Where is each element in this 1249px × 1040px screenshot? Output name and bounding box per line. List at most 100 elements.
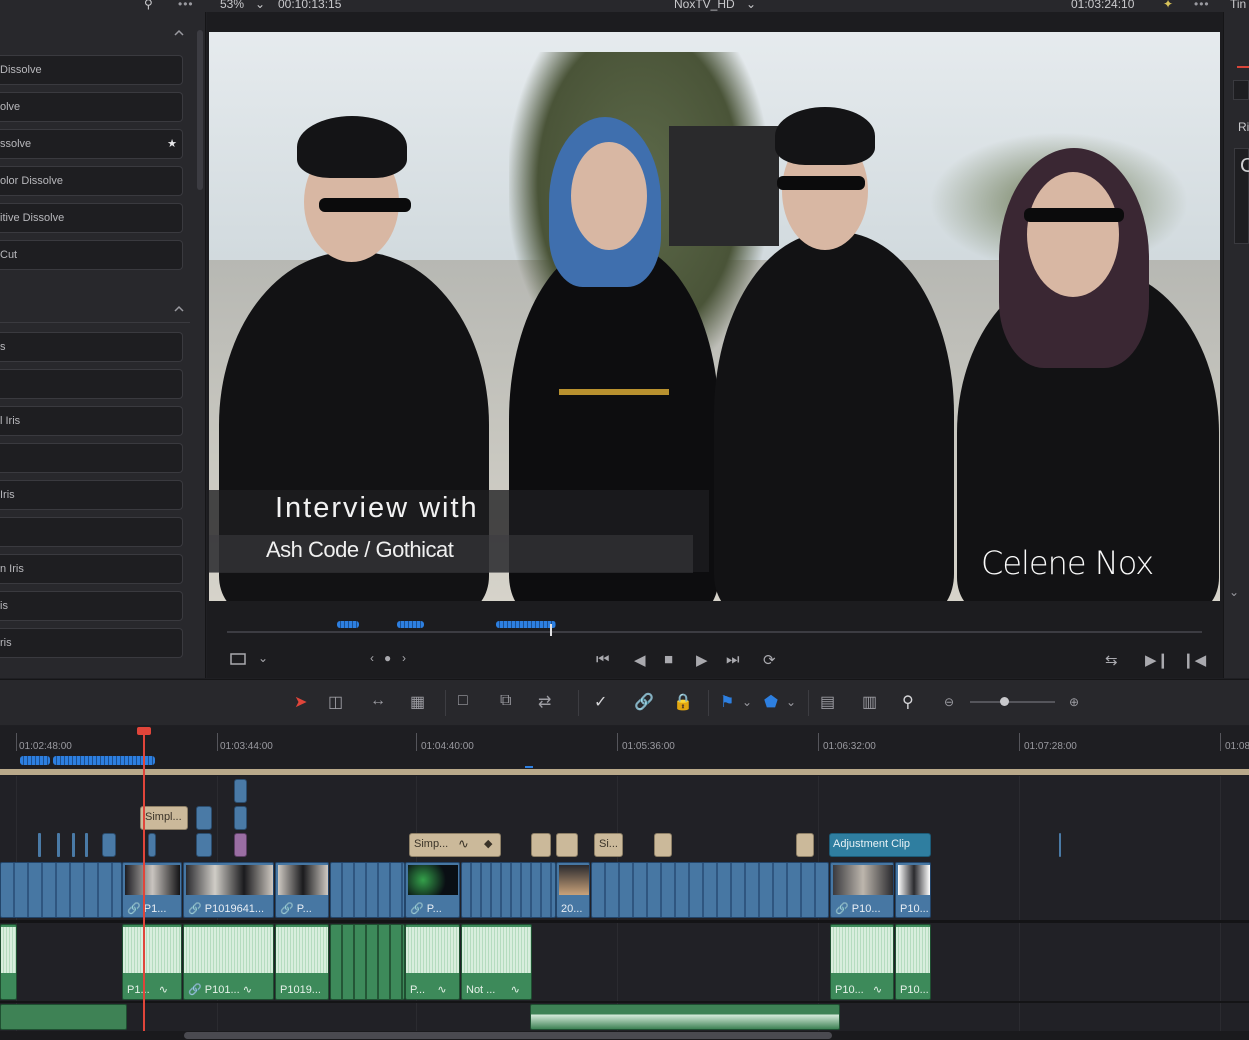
audio-clip[interactable]: P10... <box>895 924 931 1000</box>
zoom-in-icon[interactable]: ⊕ <box>1069 695 1079 709</box>
position-lock-icon[interactable]: 🔒 <box>673 692 693 712</box>
sparkle-icon[interactable]: ✦ <box>1163 0 1173 11</box>
transition-item[interactable]: l Iris <box>0 406 183 436</box>
music-clip[interactable] <box>530 1004 840 1030</box>
marker-cluster[interactable] <box>496 621 556 628</box>
video-clip[interactable]: 🔗 P1019641... <box>183 862 274 918</box>
audio-clip[interactable] <box>0 924 17 1000</box>
custom-zoom-icon[interactable]: ⚲ <box>902 692 914 712</box>
timeline-playhead[interactable] <box>143 735 145 1035</box>
snapping-icon[interactable]: ✓ <box>594 692 607 712</box>
viewer-frame[interactable]: Interview with Ash Code / Gothicat Celen… <box>209 32 1220 601</box>
marker-cluster[interactable] <box>397 621 424 628</box>
audio-clip[interactable]: 🔗 P101... ∿ <box>183 924 274 1000</box>
transition-item[interactable] <box>0 517 183 547</box>
zoom-out-icon[interactable]: ⊖ <box>944 695 954 709</box>
transition-item[interactable] <box>0 443 183 473</box>
video-clip-v4[interactable] <box>234 806 247 830</box>
dynamic-trim-icon[interactable]: ↔ <box>370 692 386 710</box>
video-clip-v3[interactable] <box>1059 833 1061 857</box>
transition-item[interactable]: olve <box>0 92 183 122</box>
timeline-name[interactable]: NoxTV_HD <box>674 0 735 11</box>
video-clip[interactable]: 🔗 P10... <box>830 862 894 918</box>
insert-clip-icon[interactable]: □ <box>458 692 468 710</box>
loop-icon[interactable]: ⟳ <box>763 651 776 669</box>
trim-tool-icon[interactable]: ◫ <box>328 692 343 712</box>
timeline-marker[interactable] <box>525 766 533 768</box>
transition-item[interactable]: itive Dissolve <box>0 203 183 233</box>
audio-clip[interactable]: P10... ∿ <box>830 924 894 1000</box>
transition-item[interactable]: Iris <box>0 480 183 510</box>
chevron-down-icon[interactable]: ⌄ <box>1229 585 1239 599</box>
chevron-down-icon[interactable]: ⌄ <box>742 695 752 709</box>
stop-icon[interactable]: ■ <box>664 651 673 668</box>
more-options-icon[interactable]: ••• <box>178 0 194 11</box>
video-clip-v3[interactable] <box>85 833 88 857</box>
jump-to-start-icon[interactable]: ⏮ <box>596 651 610 668</box>
full-extent-zoom-icon[interactable]: ▤ <box>820 692 835 712</box>
chevron-down-icon[interactable]: ⌄ <box>258 651 268 665</box>
viewer-scrub-bar[interactable] <box>227 631 1202 633</box>
compound-clip[interactable] <box>234 833 247 857</box>
video-clip-group[interactable] <box>461 862 556 918</box>
chevron-down-icon[interactable]: ⌄ <box>746 0 756 11</box>
favorite-star-icon[interactable]: ★ <box>167 130 177 158</box>
title-clip[interactable] <box>531 833 551 857</box>
video-clip[interactable]: 🔗 P... <box>275 862 329 918</box>
viewer-frame-icon[interactable] <box>229 652 247 666</box>
video-clip-group[interactable] <box>0 862 122 918</box>
linked-selection-icon[interactable]: 🔗 <box>634 692 654 712</box>
jump-to-end-icon[interactable]: ⏭ <box>726 651 740 668</box>
audio-clip[interactable]: Not ... ∿ <box>461 924 532 1000</box>
chevron-down-icon[interactable]: ⌄ <box>786 695 796 709</box>
title-clip[interactable] <box>654 833 672 857</box>
zoom-slider-track[interactable] <box>970 701 1055 703</box>
transition-item[interactable]: is <box>0 591 183 621</box>
video-clip-group[interactable] <box>591 862 829 918</box>
more-options-icon[interactable]: ••• <box>1194 0 1210 11</box>
prev-edit-icon[interactable]: ‹ <box>370 651 374 665</box>
video-clip-v5[interactable] <box>234 779 247 803</box>
zoom-slider-knob[interactable] <box>1000 697 1009 706</box>
blade-tool-icon[interactable]: ▦ <box>410 692 425 712</box>
title-clip[interactable] <box>556 833 578 857</box>
transition-item[interactable] <box>0 369 183 399</box>
video-clip-v3[interactable] <box>38 833 41 857</box>
flag-icon[interactable]: ⚑ <box>720 692 734 712</box>
timeline-marker-cluster[interactable] <box>53 756 155 765</box>
transition-item[interactable]: n Iris <box>0 554 183 584</box>
transition-item[interactable]: ris <box>0 628 183 658</box>
title-clip[interactable]: Simp... ∿ ◆ <box>409 833 501 857</box>
video-clip-v3[interactable] <box>102 833 116 857</box>
timeline-marker-cluster[interactable] <box>20 756 50 765</box>
audio-clip[interactable]: P1019... <box>275 924 329 1000</box>
reverse-play-icon[interactable]: ◀ <box>634 651 646 669</box>
adjustment-clip[interactable]: Adjustment Clip <box>829 833 931 857</box>
video-clip-v3[interactable] <box>196 833 212 857</box>
play-icon[interactable]: ▶ <box>696 651 708 669</box>
transition-item[interactable]: Dissolve <box>0 55 183 85</box>
prev-clip-icon[interactable]: ❙◀ <box>1182 651 1206 669</box>
playhead-handle[interactable] <box>137 727 151 735</box>
transition-item[interactable]: Cut <box>0 240 183 270</box>
video-clip-v3[interactable] <box>72 833 75 857</box>
selection-tool-icon[interactable]: ➤ <box>294 692 307 712</box>
zoom-level[interactable]: 53% <box>220 0 244 11</box>
overwrite-clip-icon[interactable]: ⧉ <box>500 692 511 710</box>
chevron-up-icon[interactable] <box>174 28 184 38</box>
match-frame-icon[interactable]: ⇆ <box>1105 651 1118 669</box>
video-clip-v3[interactable] <box>57 833 60 857</box>
transition-item[interactable]: ssolve ★ <box>0 129 183 159</box>
video-clip-v3[interactable] <box>148 833 156 857</box>
audio-clip-group[interactable] <box>330 924 405 1000</box>
music-clip[interactable] <box>0 1004 127 1030</box>
chevron-down-icon[interactable]: ⌄ <box>255 0 265 11</box>
video-clip[interactable]: 🔗 P1... <box>122 862 182 918</box>
timeline-scrollbar[interactable] <box>184 1032 832 1039</box>
next-edit-icon[interactable]: › <box>402 651 406 665</box>
marker-cluster[interactable] <box>337 621 359 628</box>
marker-icon[interactable]: ⬟ <box>764 692 778 712</box>
chevron-up-icon[interactable] <box>174 304 184 314</box>
inspector-tab[interactable]: Ri <box>1238 120 1249 134</box>
search-icon[interactable]: ⚲ <box>144 0 153 11</box>
